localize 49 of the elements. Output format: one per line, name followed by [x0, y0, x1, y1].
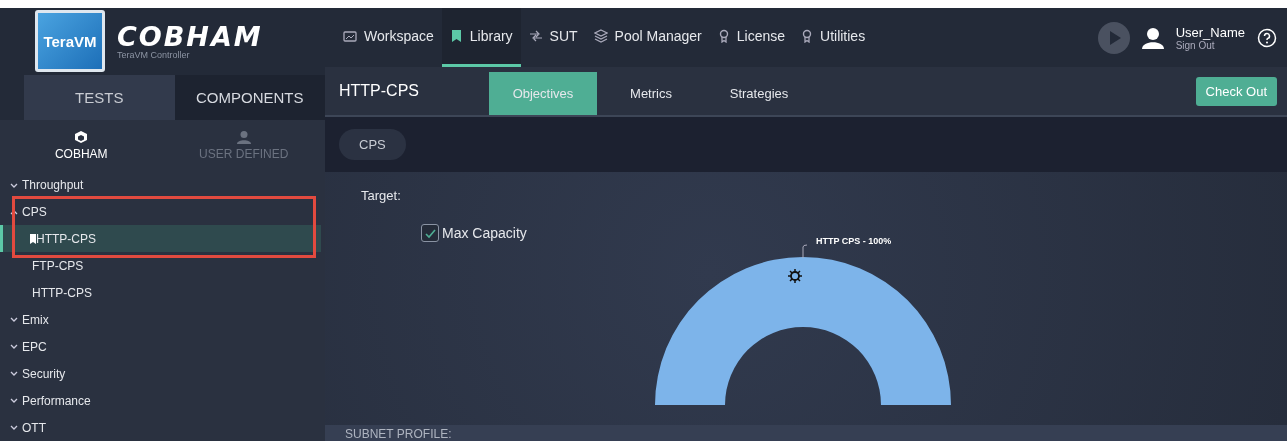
- tree-group-label[interactable]: Throughput: [22, 178, 84, 193]
- tree-item[interactable]: HTTP-CPS: [0, 279, 325, 307]
- test-tab[interactable]: Strategies: [705, 72, 813, 115]
- monitor-icon: [343, 29, 357, 43]
- nav-tab[interactable]: Workspace: [335, 8, 442, 67]
- cube-icon: [74, 130, 89, 145]
- play-icon: [1097, 21, 1130, 54]
- checkmark-icon: [424, 227, 436, 239]
- app-subtitle: TeraVM Controller: [117, 49, 191, 60]
- bookmark-icon: [30, 233, 36, 244]
- leader-line: [802, 244, 808, 258]
- nav-tab[interactable]: License: [709, 8, 793, 67]
- chevron-down-icon: [10, 423, 18, 432]
- ribbon-icon: [801, 29, 813, 43]
- user-name: User_Name: [1175, 24, 1245, 40]
- subnet-profile-header: SUBNET PROFILE:: [325, 425, 1287, 441]
- sidebar-tab[interactable]: TESTS: [24, 74, 175, 120]
- user-avatar-icon: [1141, 26, 1164, 49]
- logo-badge: TeraVM: [35, 10, 105, 73]
- brand-logo: COBHAM: [117, 22, 263, 50]
- chart-label: HTTP CPS - 100%: [816, 236, 892, 246]
- test-title: HTTP-CPS: [338, 81, 420, 101]
- sidebar-tab[interactable]: COMPONENTS: [174, 74, 325, 120]
- checkbox-label: Max Capacity: [442, 225, 527, 241]
- tree-group-label[interactable]: OTT: [22, 420, 46, 435]
- objective-chip[interactable]: CPS: [339, 129, 406, 160]
- tree-group-label[interactable]: Emix: [22, 312, 49, 327]
- tree-item[interactable]: HTTP-CPS: [0, 225, 321, 253]
- nav-tab[interactable]: SUT: [520, 8, 586, 67]
- layers-icon: [593, 29, 608, 43]
- tree-group-label[interactable]: Security: [22, 366, 66, 381]
- sign-out-link[interactable]: Sign Out: [1175, 39, 1245, 51]
- nav-tab[interactable]: Utilities: [793, 8, 874, 67]
- checkbox[interactable]: [421, 224, 439, 242]
- swap-arrows-icon: [528, 29, 543, 43]
- help-icon: [1257, 27, 1277, 48]
- tree-group-label[interactable]: EPC: [22, 339, 47, 354]
- nav-tab[interactable]: Library: [441, 8, 521, 67]
- tree-group-label[interactable]: Performance: [22, 393, 91, 408]
- source-tab[interactable]: COBHAM: [0, 119, 163, 172]
- bookmark-icon: [449, 29, 463, 43]
- tree-group-label[interactable]: CPS: [22, 205, 47, 219]
- test-tab[interactable]: Metrics: [597, 72, 705, 115]
- user-icon: [236, 130, 251, 145]
- target-label: Target:: [361, 188, 401, 203]
- nav-tab[interactable]: Pool Manager: [585, 8, 710, 67]
- ribbon-icon: [717, 29, 730, 43]
- tree-item[interactable]: FTP-CPS: [0, 252, 325, 280]
- gear-icon: [787, 268, 803, 284]
